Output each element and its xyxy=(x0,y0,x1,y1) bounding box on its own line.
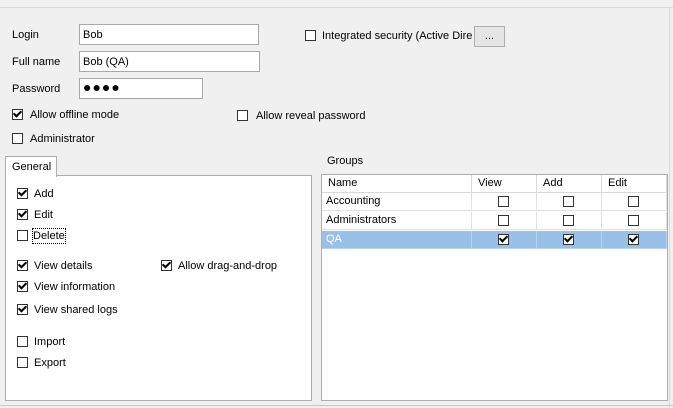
groups-col-view[interactable]: View xyxy=(472,175,537,193)
groups-col-edit[interactable]: Edit xyxy=(602,175,667,193)
integrated-security-checkbox[interactable] xyxy=(305,30,316,41)
bottom-divider xyxy=(0,405,673,406)
integrated-security-label: Integrated security (Active Dire xyxy=(322,30,473,42)
group-add-checkbox[interactable] xyxy=(563,234,574,245)
integrated-security-checkbox-box xyxy=(305,30,316,41)
delete-permission-checkbox[interactable] xyxy=(17,230,28,241)
table-row[interactable]: Administrators xyxy=(322,212,667,230)
edit-permission-label: Edit xyxy=(34,209,53,221)
group-edit-checkbox[interactable] xyxy=(628,215,639,226)
delete-permission-checkbox-box xyxy=(17,230,28,241)
fullname-input[interactable]: Bob (QA) xyxy=(79,51,260,72)
browse-button[interactable]: ... xyxy=(474,26,505,47)
group-view-cell xyxy=(472,212,537,230)
login-input[interactable]: Bob xyxy=(79,24,259,45)
import-permission-checkbox-box xyxy=(17,336,28,347)
view-details-checkbox-box xyxy=(17,260,28,271)
administrator-label: Administrator xyxy=(30,133,95,145)
view-shared-logs-label: View shared logs xyxy=(34,304,118,316)
group-add-cell xyxy=(537,212,602,230)
edit-permission-checkbox-box xyxy=(17,209,28,220)
add-permission-checkbox[interactable] xyxy=(17,188,28,199)
password-label: Password xyxy=(12,83,61,95)
table-row[interactable]: Accounting xyxy=(322,193,667,211)
group-name-cell: Accounting xyxy=(322,193,472,211)
group-edit-cell xyxy=(602,212,667,230)
group-add-checkbox[interactable] xyxy=(563,215,574,226)
allow-drag-drop-checkbox-box xyxy=(161,260,172,271)
groups-title: Groups xyxy=(327,155,364,167)
allow-drag-drop-checkbox[interactable] xyxy=(161,260,172,271)
group-view-cell xyxy=(472,193,537,211)
group-edit-checkbox-box xyxy=(628,215,639,226)
edit-permission-checkbox[interactable] xyxy=(17,209,28,220)
view-shared-logs-checkbox-box xyxy=(17,304,28,315)
groups-grid: Name View Add Edit Accounting Administra… xyxy=(321,174,668,401)
group-view-checkbox[interactable] xyxy=(498,234,509,245)
allow-offline-checkbox[interactable] xyxy=(12,109,23,120)
export-permission-checkbox[interactable] xyxy=(17,357,28,368)
group-add-checkbox-box xyxy=(563,215,574,226)
import-permission-checkbox[interactable] xyxy=(17,336,28,347)
view-information-checkbox-box xyxy=(17,281,28,292)
view-information-label: View information xyxy=(34,281,116,293)
group-edit-checkbox[interactable] xyxy=(628,196,639,207)
administrator-checkbox[interactable] xyxy=(12,133,23,144)
tab-general[interactable]: General xyxy=(5,156,57,177)
group-name-cell: QA xyxy=(322,231,472,249)
group-view-checkbox-box xyxy=(498,234,509,245)
right-divider xyxy=(669,7,670,408)
groups-col-add[interactable]: Add xyxy=(537,175,602,193)
group-add-cell xyxy=(537,193,602,211)
group-edit-checkbox-box xyxy=(628,196,639,207)
view-shared-logs-checkbox[interactable] xyxy=(17,304,28,315)
group-add-checkbox[interactable] xyxy=(563,196,574,207)
group-edit-checkbox[interactable] xyxy=(628,234,639,245)
allow-offline-checkbox-box xyxy=(12,109,23,120)
group-view-checkbox-box xyxy=(498,196,509,207)
top-divider xyxy=(0,7,673,8)
administrator-checkbox-box xyxy=(12,133,23,144)
table-row-selected[interactable]: QA xyxy=(322,231,667,249)
group-view-checkbox-box xyxy=(498,215,509,226)
group-edit-cell xyxy=(602,193,667,211)
group-view-cell xyxy=(472,231,537,249)
allow-reveal-checkbox[interactable] xyxy=(237,110,248,121)
group-edit-checkbox-box xyxy=(628,234,639,245)
allow-reveal-checkbox-box xyxy=(237,110,248,121)
group-add-checkbox-box xyxy=(563,196,574,207)
group-add-checkbox-box xyxy=(563,234,574,245)
group-view-checkbox[interactable] xyxy=(498,196,509,207)
allow-reveal-label: Allow reveal password xyxy=(256,110,366,122)
delete-permission-label: Delete xyxy=(32,228,66,244)
allow-offline-label: Allow offline mode xyxy=(30,109,120,121)
export-permission-checkbox-box xyxy=(17,357,28,368)
group-view-checkbox[interactable] xyxy=(498,215,509,226)
fullname-label: Full name xyxy=(12,56,61,68)
allow-drag-drop-label: Allow drag-and-drop xyxy=(178,260,278,272)
import-permission-label: Import xyxy=(34,336,66,348)
view-information-checkbox[interactable] xyxy=(17,281,28,292)
add-permission-checkbox-box xyxy=(17,188,28,199)
password-input[interactable]: ●●●● xyxy=(79,78,203,99)
groups-col-name[interactable]: Name xyxy=(322,175,472,193)
group-name-cell: Administrators xyxy=(322,212,472,230)
login-label: Login xyxy=(12,29,39,41)
group-add-cell xyxy=(537,231,602,249)
view-details-checkbox[interactable] xyxy=(17,260,28,271)
view-details-label: View details xyxy=(34,260,93,272)
group-edit-cell xyxy=(602,231,667,249)
add-permission-label: Add xyxy=(34,188,54,200)
export-permission-label: Export xyxy=(34,357,66,369)
